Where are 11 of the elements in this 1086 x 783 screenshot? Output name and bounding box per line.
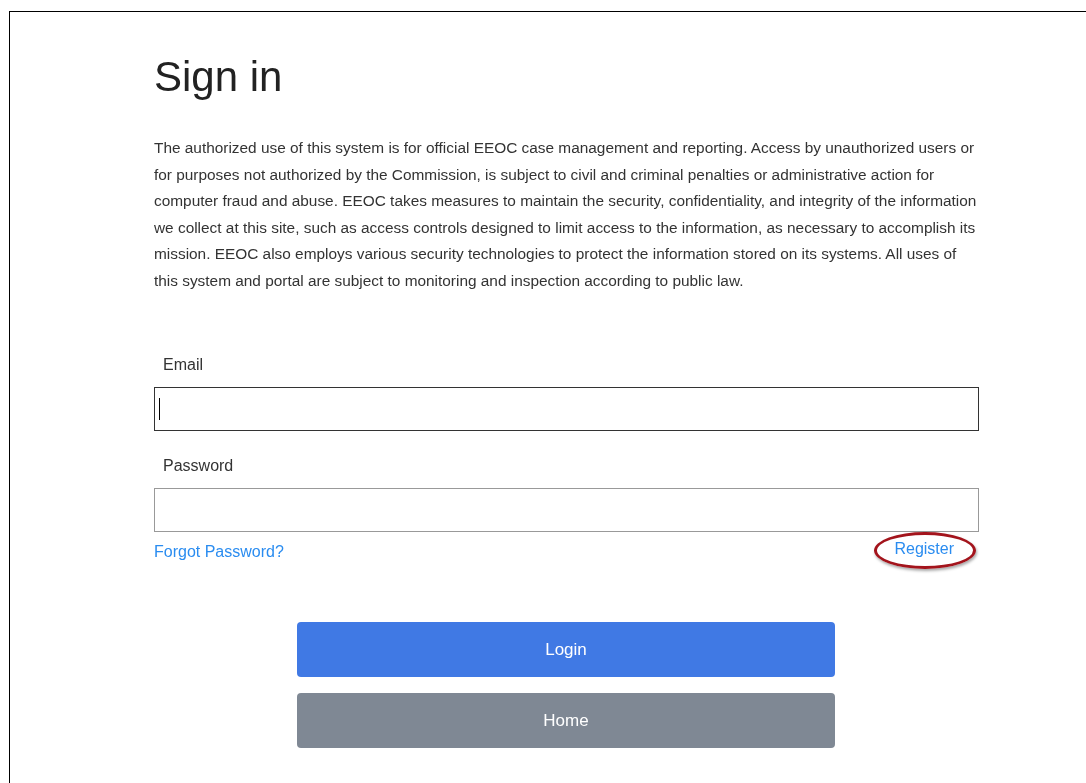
home-button[interactable]: Home bbox=[297, 693, 835, 748]
page-title: Sign in bbox=[154, 52, 283, 102]
input-field[interactable] bbox=[154, 488, 979, 532]
field-label: Password bbox=[163, 456, 234, 476]
field-label: Email bbox=[163, 355, 203, 375]
notice-paragraph: The authorized use of this system is for official EEOC case management and reporting. Access by unauthorized users or for purposes not authorized by the Commission, is subject to civil and criminal penalties or administrative action for computer fraud and abuse. EEOC takes measures to maintain the security, confidentiality, and integrity of the information we collect at this site, such as access controls designed to limit access to the information, as necessary to accomplish its mission. EEOC also employs various security technologies to protect the information stored on its systems. All uses of this system and portal are subject to monitoring and inspection according to public law. bbox=[154, 138, 978, 291]
input-field[interactable] bbox=[154, 387, 979, 431]
register-link[interactable]: Register bbox=[894, 538, 954, 560]
text-cursor bbox=[159, 398, 160, 420]
login-button[interactable]: Login bbox=[297, 622, 835, 677]
forgot-password-link[interactable]: Forgot Password? bbox=[154, 541, 284, 563]
